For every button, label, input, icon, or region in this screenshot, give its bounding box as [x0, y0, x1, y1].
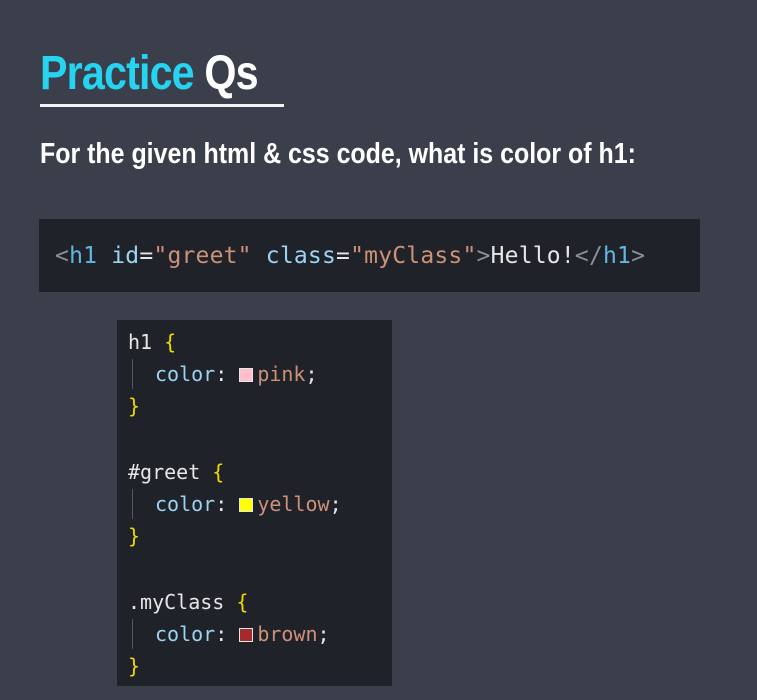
css-rule-myclass-selector: .myClass { — [128, 588, 248, 616]
css-value: brown — [257, 622, 318, 646]
css-selector: h1 — [128, 330, 153, 354]
indent-guide — [132, 619, 133, 649]
html-open-bracket: < — [55, 243, 70, 269]
css-selector: #greet — [128, 460, 201, 484]
css-brace-open: { — [200, 460, 225, 484]
color-swatch-pink — [239, 368, 254, 382]
css-brace-open: { — [224, 590, 249, 614]
css-brace-close: } — [128, 654, 141, 678]
css-rule-myclass-declaration: color: brown; — [155, 620, 330, 648]
html-close-bracket: > — [476, 243, 491, 269]
title-underline — [40, 104, 284, 107]
css-rule-greet-declaration: color: yellow; — [155, 490, 342, 518]
indent-guide — [132, 359, 133, 389]
css-property: color — [155, 362, 216, 386]
title-word-qs: Qs — [193, 47, 258, 100]
css-semicolon: ; — [317, 622, 330, 646]
css-rule-greet-close: } — [128, 522, 140, 550]
html-end-close: > — [631, 243, 646, 269]
css-rule-myclass-close: } — [128, 652, 140, 680]
html-end-tag: h1 — [603, 243, 632, 269]
css-property: color — [155, 492, 216, 516]
css-colon: : — [215, 492, 228, 516]
css-code-block: h1 { color: pink; } #greet { color: yell… — [117, 320, 392, 686]
html-attr-class: class — [251, 243, 337, 269]
css-rule-h1-close: } — [128, 392, 140, 420]
html-tag-name: h1 — [69, 243, 98, 269]
color-swatch-yellow — [239, 498, 254, 512]
css-selector: .myClass — [128, 590, 225, 614]
css-rule-h1-selector: h1 { — [128, 328, 176, 356]
css-value: yellow — [257, 492, 330, 516]
title-word-practice: Practice — [40, 47, 195, 100]
html-attr-id: id — [97, 243, 140, 269]
css-brace-close: } — [128, 524, 141, 548]
html-code-line: <h1 id="greet" class="myClass">Hello!</h… — [55, 241, 645, 271]
css-rule-greet-selector: #greet { — [128, 458, 224, 486]
css-semicolon: ; — [305, 362, 318, 386]
css-rule-h1-declaration: color: pink; — [155, 360, 318, 388]
html-value-myclass: "myClass" — [350, 243, 477, 269]
slide-title: Practice Qs — [40, 44, 259, 104]
css-brace-close: } — [128, 394, 141, 418]
html-equals-1: = — [139, 243, 154, 269]
html-end-open: </ — [574, 243, 603, 269]
question-text: For the given html & css code, what is c… — [40, 138, 636, 170]
css-property: color — [155, 622, 216, 646]
css-brace-open: { — [152, 330, 177, 354]
css-value: pink — [257, 362, 306, 386]
indent-guide — [132, 489, 133, 519]
html-value-greet: "greet" — [153, 243, 252, 269]
html-equals-2: = — [336, 243, 351, 269]
css-colon: : — [215, 622, 228, 646]
html-code-block: <h1 id="greet" class="myClass">Hello!</h… — [39, 219, 700, 292]
html-content: Hello! — [490, 243, 575, 269]
css-semicolon: ; — [329, 492, 342, 516]
color-swatch-brown — [239, 628, 254, 642]
css-colon: : — [215, 362, 228, 386]
